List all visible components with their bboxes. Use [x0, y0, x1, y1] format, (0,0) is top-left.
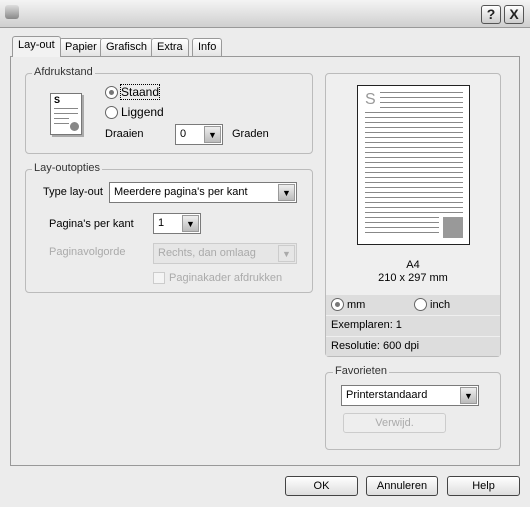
page-border-label: Paginakader afdrukken	[169, 272, 283, 284]
text-line	[365, 147, 463, 148]
chevron-down-icon[interactable]: ▼	[278, 245, 295, 262]
orientation-legend: Afdrukstand	[32, 66, 95, 78]
title-bar: ? X	[0, 0, 530, 28]
text-line	[365, 207, 463, 208]
pages-per-side-label: Pagina's per kant	[49, 218, 134, 230]
text-line	[365, 197, 463, 198]
chevron-down-icon[interactable]: ▼	[182, 215, 199, 232]
text-line	[365, 172, 463, 173]
page-letter: S	[365, 91, 376, 108]
resolution-text: Resolutie: 600 dpi	[331, 340, 420, 352]
layout-type-value: Meerdere pagina's per kant	[114, 186, 248, 198]
paper-name: A4	[406, 259, 420, 271]
copies-text: Exemplaren: 1	[331, 319, 402, 331]
delete-favorite-button[interactable]: Verwijd.	[343, 413, 446, 433]
tab-extra[interactable]: Extra	[151, 38, 189, 56]
cancel-button[interactable]: Annuleren	[366, 476, 438, 496]
page-order-label: Paginavolgorde	[49, 246, 126, 258]
text-line	[365, 122, 463, 123]
rotate-label: Draaien	[105, 128, 144, 140]
text-line	[380, 97, 463, 98]
tab-info[interactable]: Info	[192, 38, 223, 56]
landscape-label[interactable]: Liggend	[121, 105, 164, 119]
printer-icon	[5, 5, 19, 19]
rotate-select[interactable]: 0 ▼	[175, 124, 223, 145]
page-order-select[interactable]: Rechts, dan omlaag ▼	[153, 243, 297, 264]
close-button[interactable]: X	[504, 5, 524, 24]
text-line	[380, 102, 463, 103]
text-line	[365, 112, 463, 113]
layout-type-select[interactable]: Meerdere pagina's per kant ▼	[109, 182, 297, 203]
text-line	[365, 227, 439, 228]
rotate-unit: Graden	[232, 128, 269, 140]
text-line	[365, 162, 463, 163]
unit-mm-label[interactable]: mm	[347, 299, 365, 311]
text-line	[365, 137, 463, 138]
page-preview: S	[357, 85, 470, 245]
chevron-down-icon[interactable]: ▼	[204, 126, 221, 143]
text-line	[365, 167, 463, 168]
text-line	[365, 202, 463, 203]
text-line	[365, 117, 463, 118]
page-border-checkbox[interactable]	[153, 272, 165, 284]
favorites-value: Printerstandaard	[346, 389, 428, 401]
text-line	[365, 157, 463, 158]
text-line	[380, 92, 463, 93]
text-line	[365, 192, 463, 193]
text-line	[365, 132, 463, 133]
text-line	[365, 177, 463, 178]
tab-grafisch[interactable]: Grafisch	[100, 38, 153, 56]
image-block	[443, 217, 463, 238]
text-line	[365, 187, 463, 188]
unit-inch-label[interactable]: inch	[430, 299, 450, 311]
favorites-legend: Favorieten	[333, 365, 389, 377]
text-line	[365, 217, 439, 218]
text-line	[365, 182, 463, 183]
text-line	[365, 142, 463, 143]
copies-row: Exemplaren: 1	[326, 316, 500, 336]
chevron-down-icon[interactable]: ▼	[278, 184, 295, 201]
unit-inch-radio[interactable]	[414, 298, 427, 311]
help-title-button[interactable]: ?	[481, 5, 501, 24]
text-line	[380, 107, 463, 108]
portrait-label[interactable]: Staand	[119, 84, 161, 100]
pages-per-side-value: 1	[158, 217, 165, 229]
portrait-page-icon: S	[50, 93, 82, 135]
unit-mm-radio[interactable]	[331, 298, 344, 311]
chevron-down-icon[interactable]: ▼	[460, 387, 477, 404]
ok-button[interactable]: OK	[285, 476, 358, 496]
resolution-row: Resolutie: 600 dpi	[326, 337, 500, 356]
rotate-value: 0	[180, 128, 187, 140]
text-line	[365, 222, 439, 223]
tab-papier[interactable]: Papier	[59, 38, 103, 56]
layout-type-label: Type lay-out	[43, 186, 103, 198]
text-line	[365, 212, 463, 213]
favorites-select[interactable]: Printerstandaard ▼	[341, 385, 479, 406]
tab-layout[interactable]: Lay-out	[12, 36, 61, 57]
help-button[interactable]: Help	[447, 476, 520, 496]
page-order-value: Rechts, dan omlaag	[158, 247, 256, 259]
portrait-radio[interactable]	[105, 86, 118, 99]
favorites-group	[325, 372, 501, 450]
landscape-radio[interactable]	[105, 106, 118, 119]
text-line	[365, 127, 463, 128]
pages-per-side-select[interactable]: 1 ▼	[153, 213, 201, 234]
layout-options-legend: Lay-outopties	[32, 162, 103, 174]
text-line	[365, 152, 463, 153]
text-line	[365, 232, 439, 233]
paper-size: 210 x 297 mm	[378, 272, 448, 284]
